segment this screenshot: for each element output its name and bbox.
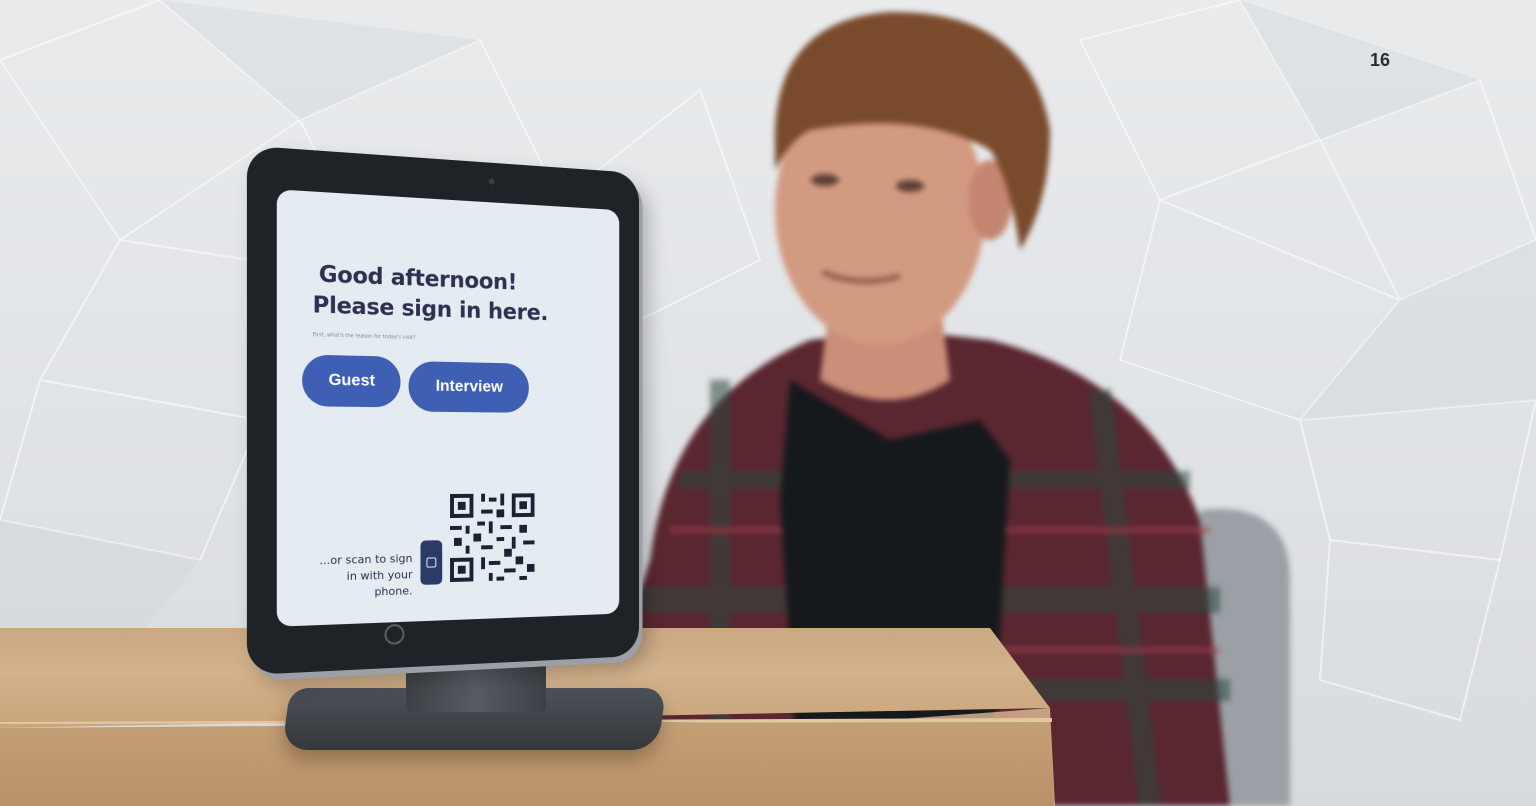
phone-icon [420, 540, 443, 585]
home-button-icon[interactable] [384, 623, 405, 645]
qr-code-icon[interactable] [450, 493, 535, 583]
camera-icon [488, 178, 495, 185]
greeting-heading: Good afternoon! Please sign in here. [313, 260, 548, 329]
scan-prompt: ...or scan to sign in with your phone. [319, 551, 413, 599]
scene: 16 Good afternoon! Please sign in here. … [0, 0, 1536, 806]
page-number: 16 [1370, 50, 1391, 70]
kiosk-screen: Good afternoon! Please sign in here. Fir… [276, 189, 620, 627]
reason-prompt: First, what's the reason for today's vis… [312, 331, 416, 342]
guest-button[interactable]: Guest [302, 354, 401, 408]
kiosk-tablet: Good afternoon! Please sign in here. Fir… [246, 145, 639, 676]
interview-button[interactable]: Interview [408, 361, 529, 413]
